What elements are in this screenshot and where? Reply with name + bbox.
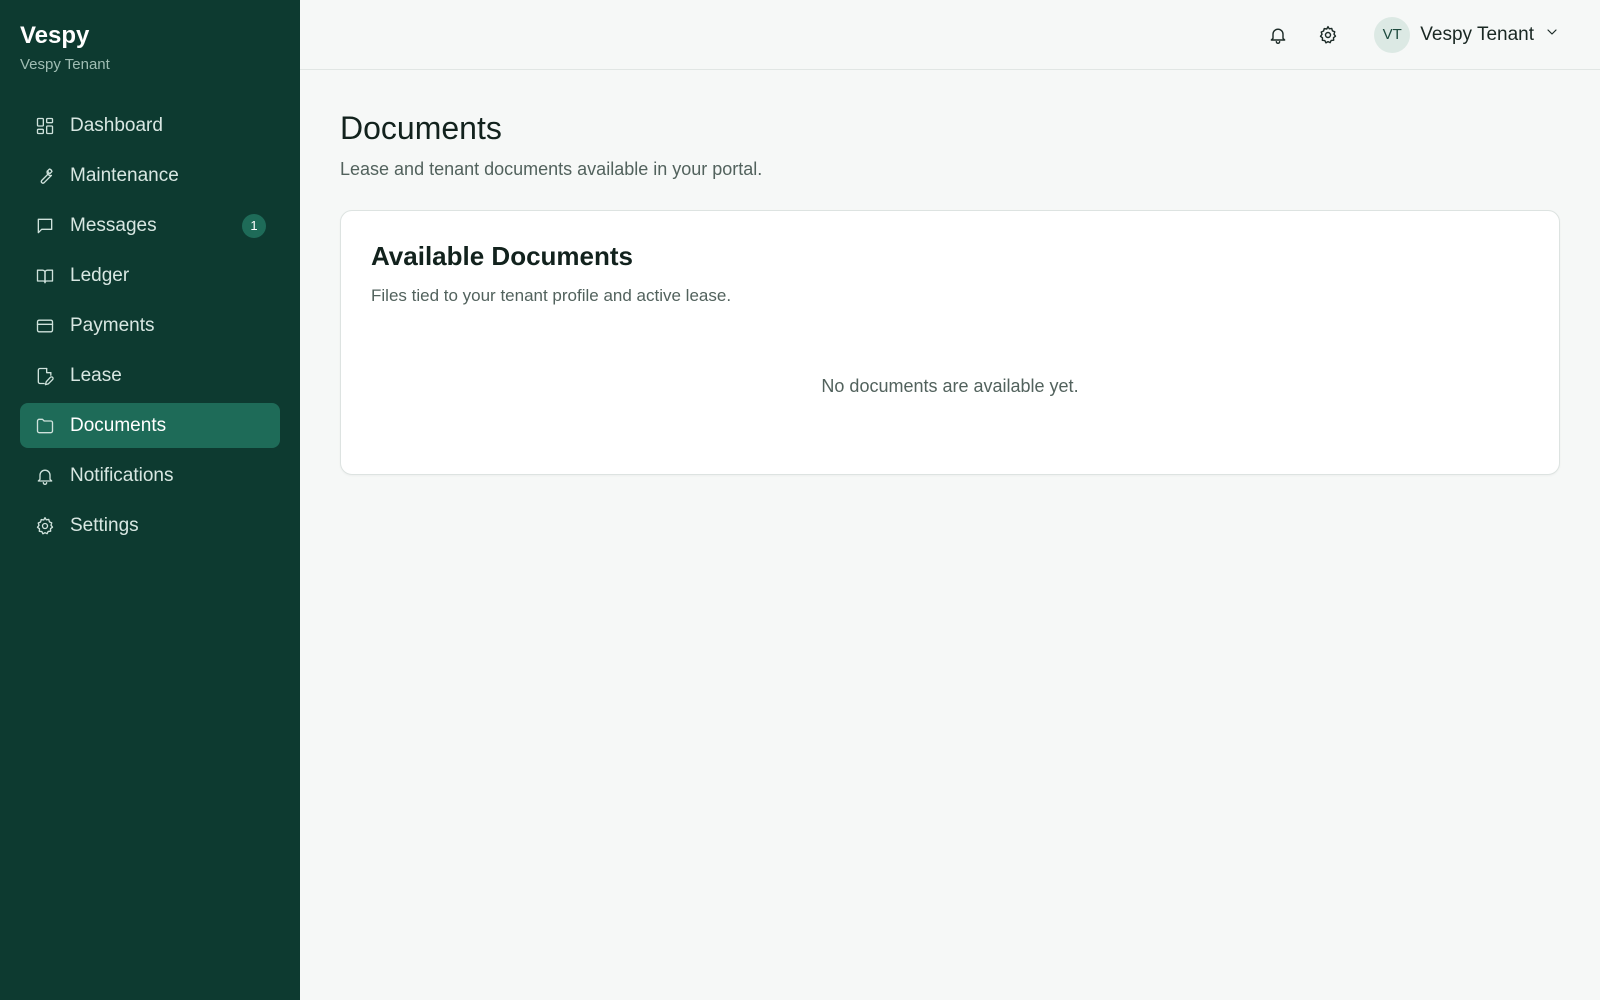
brand-subtitle: Vespy Tenant [20, 56, 110, 73]
user-name: Vespy Tenant [1420, 23, 1534, 45]
main-area: VT Vespy Tenant Documents Lease and tena… [300, 0, 1600, 1000]
page-content: Documents Lease and tenant documents ava… [300, 70, 1600, 515]
notifications-bell-icon[interactable] [1266, 23, 1290, 47]
sidebar: Vespy Vespy Tenant Dashboard Maintenance… [0, 0, 300, 1000]
gear-icon [34, 515, 56, 537]
sidebar-item-label: Dashboard [70, 114, 163, 136]
empty-state-message: No documents are available yet. [821, 376, 1079, 396]
page-subtitle: Lease and tenant documents available in … [340, 159, 763, 179]
credit-card-icon [34, 315, 56, 337]
documents-card: Available Documents Files tied to your t… [340, 210, 1560, 475]
sidebar-item-label: Messages [70, 214, 157, 236]
page-title: Documents [340, 110, 502, 146]
sidebar-item-label: Payments [70, 314, 155, 336]
brand-title: Vespy [20, 22, 90, 49]
card-title: Available Documents [371, 241, 634, 271]
sidebar-item-label: Settings [70, 514, 139, 536]
sidebar-item-settings[interactable]: Settings [20, 503, 280, 548]
sidebar-item-label: Documents [70, 414, 167, 436]
sidebar-item-label: Ledger [70, 264, 130, 286]
chevron-down-icon [1544, 24, 1560, 45]
sidebar-item-notifications[interactable]: Notifications [20, 453, 280, 498]
book-icon [34, 265, 56, 287]
app-root: Vespy Vespy Tenant Dashboard Maintenance… [0, 0, 1600, 1000]
sidebar-item-ledger[interactable]: Ledger [20, 253, 280, 298]
sidebar-nav: Dashboard Maintenance Messages 1 Ledger [20, 103, 280, 548]
folder-icon [34, 415, 56, 437]
sidebar-item-label: Notifications [70, 464, 174, 486]
topbar: VT Vespy Tenant [300, 0, 1600, 70]
bell-icon [34, 465, 56, 487]
sidebar-item-label: Lease [70, 364, 122, 386]
unread-badge: 1 [242, 213, 266, 238]
sidebar-item-messages[interactable]: Messages 1 [20, 203, 280, 248]
sidebar-item-dashboard[interactable]: Dashboard [20, 103, 280, 148]
settings-gear-icon[interactable] [1316, 23, 1340, 47]
dashboard-icon [34, 115, 56, 137]
sidebar-item-label: Maintenance [70, 164, 179, 186]
sidebar-item-maintenance[interactable]: Maintenance [20, 153, 280, 198]
avatar: VT [1374, 16, 1411, 53]
sidebar-item-lease[interactable]: Lease [20, 353, 280, 398]
user-menu-button[interactable]: VT Vespy Tenant [1374, 16, 1560, 53]
message-icon [34, 215, 56, 237]
file-edit-icon [34, 365, 56, 387]
sidebar-item-payments[interactable]: Payments [20, 303, 280, 348]
wrench-icon [34, 165, 56, 187]
sidebar-item-documents[interactable]: Documents [20, 403, 280, 448]
card-subtitle: Files tied to your tenant profile and ac… [371, 286, 732, 305]
